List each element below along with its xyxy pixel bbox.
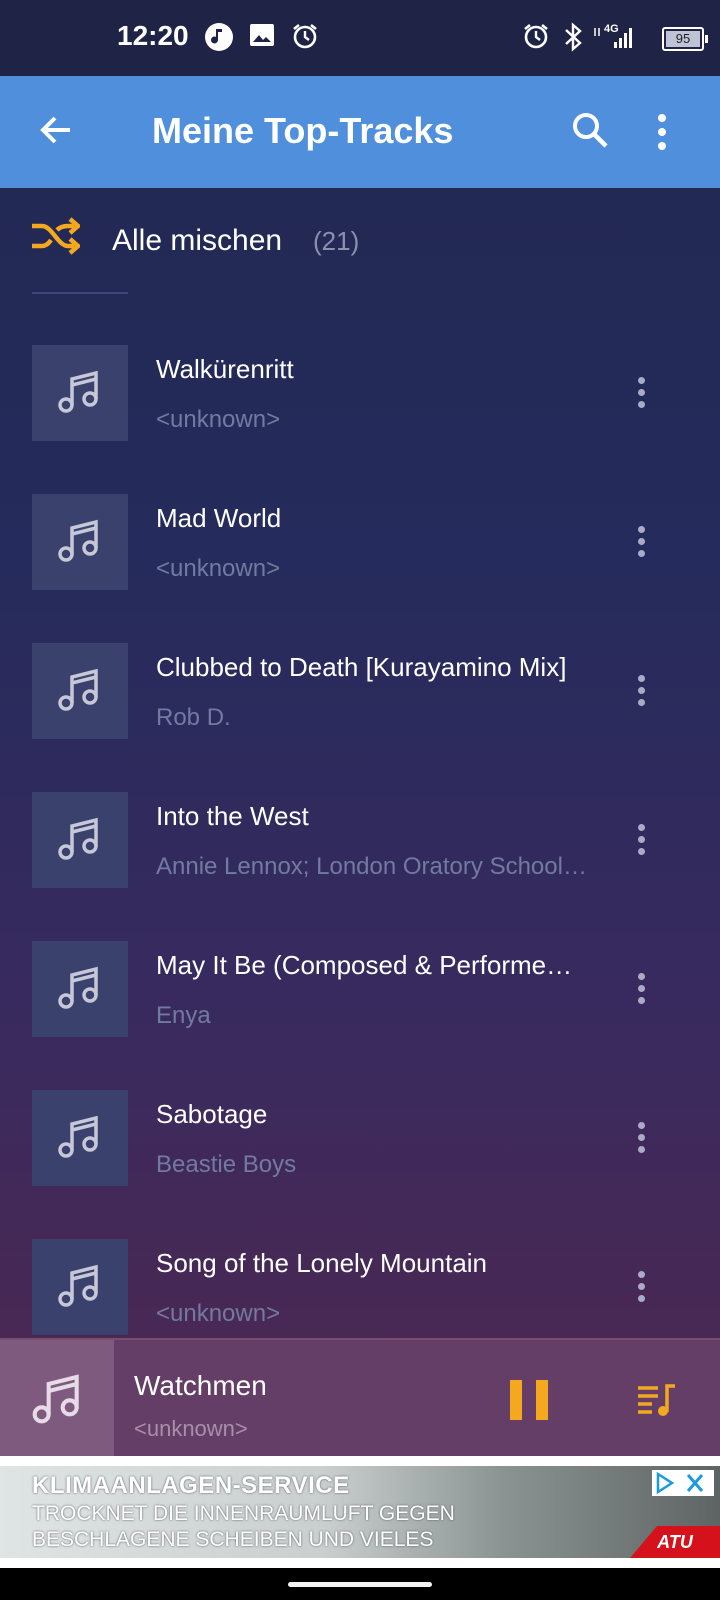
pause-button[interactable] bbox=[510, 1380, 548, 1420]
track-artist: Beastie Boys bbox=[156, 1151, 297, 1178]
more-vert-icon[interactable] bbox=[636, 1122, 646, 1162]
track-row[interactable]: Clubbed to Death [Kurayamino Mix] Rob D. bbox=[0, 597, 720, 749]
more-vert-icon[interactable] bbox=[636, 973, 646, 1013]
ad-choices-icon[interactable] bbox=[652, 1470, 714, 1496]
track-row[interactable]: Into the West Annie Lennox; London Orato… bbox=[0, 746, 720, 898]
bluetooth-icon bbox=[562, 22, 584, 57]
track-artist: Annie Lennox; London Oratory School… bbox=[156, 853, 587, 880]
track-row[interactable]: Sabotage Beastie Boys bbox=[0, 1044, 720, 1196]
battery-icon: 95 bbox=[662, 27, 708, 51]
track-title: Mad World bbox=[156, 503, 282, 533]
battery-level: 95 bbox=[666, 31, 700, 47]
track-thumbnail bbox=[32, 345, 128, 441]
queue-icon[interactable] bbox=[636, 1382, 678, 1423]
ad-image[interactable]: KLIMAANLAGEN-SERVICE TROCKNET DIE INNENR… bbox=[0, 1466, 720, 1558]
app-bar: Meine Top-Tracks bbox=[0, 76, 720, 188]
page-title: Meine Top-Tracks bbox=[152, 110, 454, 151]
track-title: Walkürenritt bbox=[156, 354, 294, 384]
shuffle-icon bbox=[30, 216, 82, 261]
track-artist: <unknown> bbox=[156, 406, 281, 433]
ad-text-line-1: TROCKNET DIE INNENRAUMLUFT GEGEN bbox=[32, 1502, 455, 1525]
track-thumbnail bbox=[32, 1239, 128, 1335]
screen: 12:20 4G 95 Meine Top-Tracks Alle mische… bbox=[0, 0, 720, 1600]
more-vert-icon[interactable] bbox=[656, 112, 668, 157]
ad-brand-logo: ATU bbox=[630, 1526, 720, 1558]
music-note-icon bbox=[58, 370, 98, 413]
now-playing-title: Watchmen bbox=[134, 1370, 267, 1401]
ad-headline: KLIMAANLAGEN-SERVICE bbox=[32, 1472, 350, 1499]
track-title: May It Be (Composed & Performe… bbox=[156, 950, 573, 980]
track-thumbnail bbox=[32, 494, 128, 590]
track-artist: <unknown> bbox=[156, 555, 281, 582]
status-bar: 12:20 4G 95 bbox=[0, 0, 720, 76]
now-playing-artist: <unknown> bbox=[134, 1416, 248, 1441]
more-vert-icon[interactable] bbox=[636, 675, 646, 715]
track-row[interactable]: Song of the Lonely Mountain <unknown> bbox=[0, 1193, 720, 1338]
network-label: 4G bbox=[604, 23, 619, 35]
music-note-icon bbox=[58, 817, 98, 860]
music-note-icon bbox=[32, 1374, 79, 1424]
home-gesture-handle[interactable] bbox=[288, 1582, 432, 1587]
track-title: Song of the Lonely Mountain bbox=[156, 1248, 488, 1278]
ad-banner[interactable]: KLIMAANLAGEN-SERVICE TROCKNET DIE INNENR… bbox=[0, 1456, 720, 1568]
music-note-icon bbox=[58, 519, 98, 562]
shuffle-label: Alle mischen bbox=[112, 224, 283, 257]
navigation-bar bbox=[0, 1568, 720, 1600]
music-note-icon bbox=[58, 1264, 98, 1307]
more-vert-icon[interactable] bbox=[636, 526, 646, 566]
track-thumbnail bbox=[32, 643, 128, 739]
divider bbox=[32, 292, 128, 294]
status-time: 12:20 bbox=[117, 20, 189, 51]
track-thumbnail bbox=[32, 792, 128, 888]
track-row[interactable]: Walkürenritt <unknown> bbox=[0, 305, 720, 451]
track-artist: Rob D. bbox=[156, 704, 231, 731]
shuffle-all-row[interactable]: Alle mischen (21) bbox=[0, 188, 720, 296]
more-vert-icon[interactable] bbox=[636, 377, 646, 417]
music-note-icon bbox=[204, 22, 234, 57]
track-thumbnail bbox=[32, 941, 128, 1037]
signal-icon: 4G bbox=[592, 20, 638, 59]
now-playing-bar[interactable]: Watchmen <unknown> bbox=[0, 1338, 720, 1458]
now-playing-art bbox=[0, 1340, 114, 1458]
pause-icon bbox=[510, 1380, 522, 1420]
track-list[interactable]: Walkürenritt <unknown> Mad World <unknow… bbox=[0, 305, 720, 1338]
ad-text-line-2: BESCHLAGENE SCHEIBEN UND VIELES bbox=[32, 1528, 434, 1551]
track-row[interactable]: May It Be (Composed & Performe… Enya bbox=[0, 895, 720, 1047]
track-artist: Enya bbox=[156, 1002, 211, 1029]
music-note-icon bbox=[58, 668, 98, 711]
music-note-icon bbox=[58, 1115, 98, 1158]
track-count: (21) bbox=[313, 226, 360, 256]
music-note-icon bbox=[58, 966, 98, 1009]
search-icon[interactable] bbox=[570, 110, 610, 155]
track-title: Clubbed to Death [Kurayamino Mix] bbox=[156, 652, 567, 682]
more-vert-icon[interactable] bbox=[636, 1271, 646, 1311]
track-artist: <unknown> bbox=[156, 1300, 281, 1327]
track-thumbnail bbox=[32, 1090, 128, 1186]
alarm-icon bbox=[291, 22, 319, 55]
track-title: Sabotage bbox=[156, 1099, 268, 1129]
track-title: Into the West bbox=[156, 801, 309, 831]
alarm-icon-right bbox=[522, 22, 550, 55]
track-row[interactable]: Mad World <unknown> bbox=[0, 448, 720, 600]
image-icon bbox=[249, 22, 275, 53]
more-vert-icon[interactable] bbox=[636, 824, 646, 864]
back-arrow-icon[interactable] bbox=[36, 110, 76, 155]
